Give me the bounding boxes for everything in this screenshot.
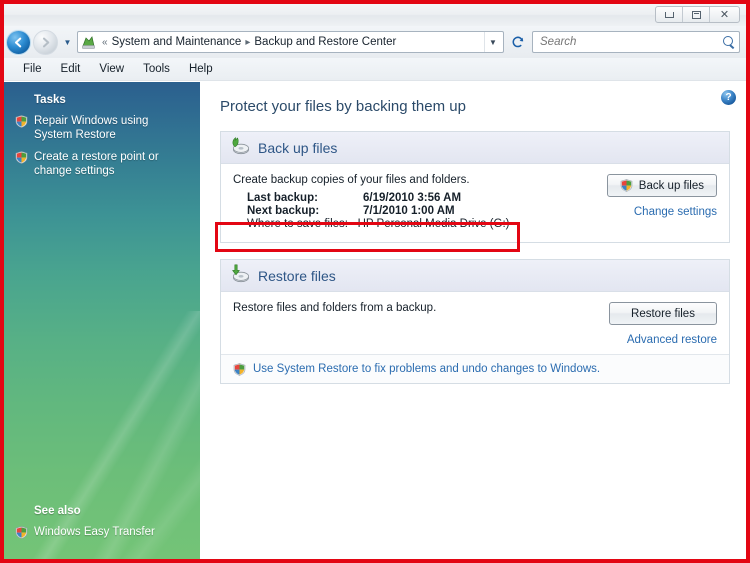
change-settings-link-row: Change settings [527, 206, 717, 218]
close-button[interactable]: ✕ [710, 7, 739, 22]
address-dropdown-icon[interactable]: ▼ [484, 32, 501, 52]
screenshot-root: ✕ ▼ « System and Maintenance ▸ Backup an… [0, 0, 750, 563]
refresh-button[interactable] [507, 31, 529, 53]
menu-item-edit[interactable]: Edit [52, 61, 90, 77]
backup-files-panel: Back up files Create backup copies of yo… [220, 131, 730, 243]
search-box[interactable] [532, 31, 740, 53]
address-field[interactable]: « System and Maintenance ▸ Backup and Re… [77, 31, 504, 53]
sidebar-item-label: Windows Easy Transfer [34, 526, 155, 538]
shield-icon [233, 363, 246, 376]
breadcrumb-overflow-icon[interactable]: « [98, 37, 112, 48]
backup-panel-body: Create backup copies of your files and f… [221, 164, 729, 242]
forward-arrow-icon [42, 37, 50, 47]
backup-panel-actions: Back up files Change settings [527, 174, 717, 218]
page-title: Protect your files by backing them up [220, 98, 466, 115]
sidebar-see-also-heading: See also [34, 505, 81, 517]
minimize-button[interactable] [656, 7, 683, 22]
help-icon[interactable]: ? [721, 90, 736, 105]
where-to-save-files-label: Where to save files: [247, 218, 348, 230]
uac-shield-icon [620, 179, 633, 192]
sidebar-item-repair-windows-using-system-restore[interactable]: Repair Windows using System Restore [4, 112, 200, 148]
breadcrumb-item-backup-and-restore-center[interactable]: Backup and Restore Center [254, 36, 396, 48]
restore-panel-title: Restore files [258, 267, 336, 284]
menu-item-file[interactable]: File [14, 61, 51, 77]
back-button[interactable] [6, 29, 31, 55]
sidebar-item-label: Create a restore point or change setting… [34, 151, 159, 177]
window-body: Tasks Repair Windows using System Restor… [4, 81, 746, 559]
maximize-button[interactable] [683, 7, 710, 22]
shield-icon [15, 526, 28, 539]
forward-button[interactable] [33, 29, 58, 55]
content-pane: ? Protect your files by backing them up [200, 82, 746, 559]
menu-item-tools[interactable]: Tools [134, 61, 179, 77]
last-backup-label: Last backup: [247, 192, 318, 204]
advanced-restore-link-row: Advanced restore [527, 334, 717, 346]
window-titlebar: ✕ [4, 4, 746, 26]
backup-panel-title: Back up files [258, 139, 338, 156]
back-up-files-button[interactable]: Back up files [606, 174, 717, 197]
restore-panel-header: Restore files [221, 260, 729, 292]
menu-item-view[interactable]: View [90, 61, 133, 77]
sidebar-tasks-heading: Tasks [34, 94, 66, 106]
restore-disk-icon [229, 264, 250, 288]
search-icon [722, 35, 735, 49]
restore-files-button[interactable]: Restore files [609, 302, 717, 325]
breadcrumb-separator-icon: ▸ [245, 36, 251, 48]
control-panel-icon [81, 35, 96, 50]
backup-disk-icon [229, 136, 250, 160]
shield-icon [15, 115, 28, 128]
restore-panel-actions: Restore files Advanced restore [527, 302, 717, 346]
shield-icon [15, 151, 28, 164]
restore-files-button-label: Restore files [631, 307, 695, 320]
sidebar-item-label: Repair Windows using System Restore [34, 115, 149, 141]
menu-bar: File Edit View Tools Help [4, 58, 746, 81]
where-to-save-files-value: HP Personal Media Drive (G:) [357, 218, 510, 230]
restore-files-panel: Restore files Restore files and folders … [220, 259, 730, 384]
recent-pages-button[interactable]: ▼ [61, 38, 74, 47]
use-system-restore-link[interactable]: Use System Restore to fix problems and u… [253, 363, 600, 375]
tasks-sidebar: Tasks Repair Windows using System Restor… [4, 82, 200, 559]
refresh-icon [512, 36, 524, 48]
address-bar: ▼ « System and Maintenance ▸ Backup and … [4, 26, 746, 58]
change-settings-link[interactable]: Change settings [634, 206, 717, 218]
next-backup-label: Next backup: [247, 205, 320, 217]
window-controls: ✕ [655, 6, 740, 23]
maximize-icon [691, 10, 701, 19]
back-up-files-button-label: Back up files [638, 179, 704, 192]
system-restore-footer: Use System Restore to fix problems and u… [221, 354, 729, 383]
restore-panel-body: Restore files and folders from a backup.… [221, 292, 729, 354]
advanced-restore-link[interactable]: Advanced restore [627, 334, 717, 346]
explorer-window: ✕ ▼ « System and Maintenance ▸ Backup an… [4, 4, 746, 559]
sidebar-see-also-section: See also Windows Easy Transfer [4, 505, 200, 545]
where-to-save-files-row: Where to save files: HP Personal Media D… [233, 218, 717, 230]
back-arrow-icon [14, 37, 22, 47]
sidebar-item-create-a-restore-point-or-change-settings[interactable]: Create a restore point or change setting… [4, 148, 200, 184]
sidebar-item-windows-easy-transfer[interactable]: Windows Easy Transfer [4, 523, 200, 545]
close-icon: ✕ [719, 8, 730, 21]
breadcrumb-item-system-and-maintenance[interactable]: System and Maintenance [112, 36, 242, 48]
menu-item-help[interactable]: Help [180, 61, 222, 77]
minimize-icon [664, 11, 674, 18]
backup-panel-header: Back up files [221, 132, 729, 164]
search-input[interactable] [540, 36, 722, 48]
